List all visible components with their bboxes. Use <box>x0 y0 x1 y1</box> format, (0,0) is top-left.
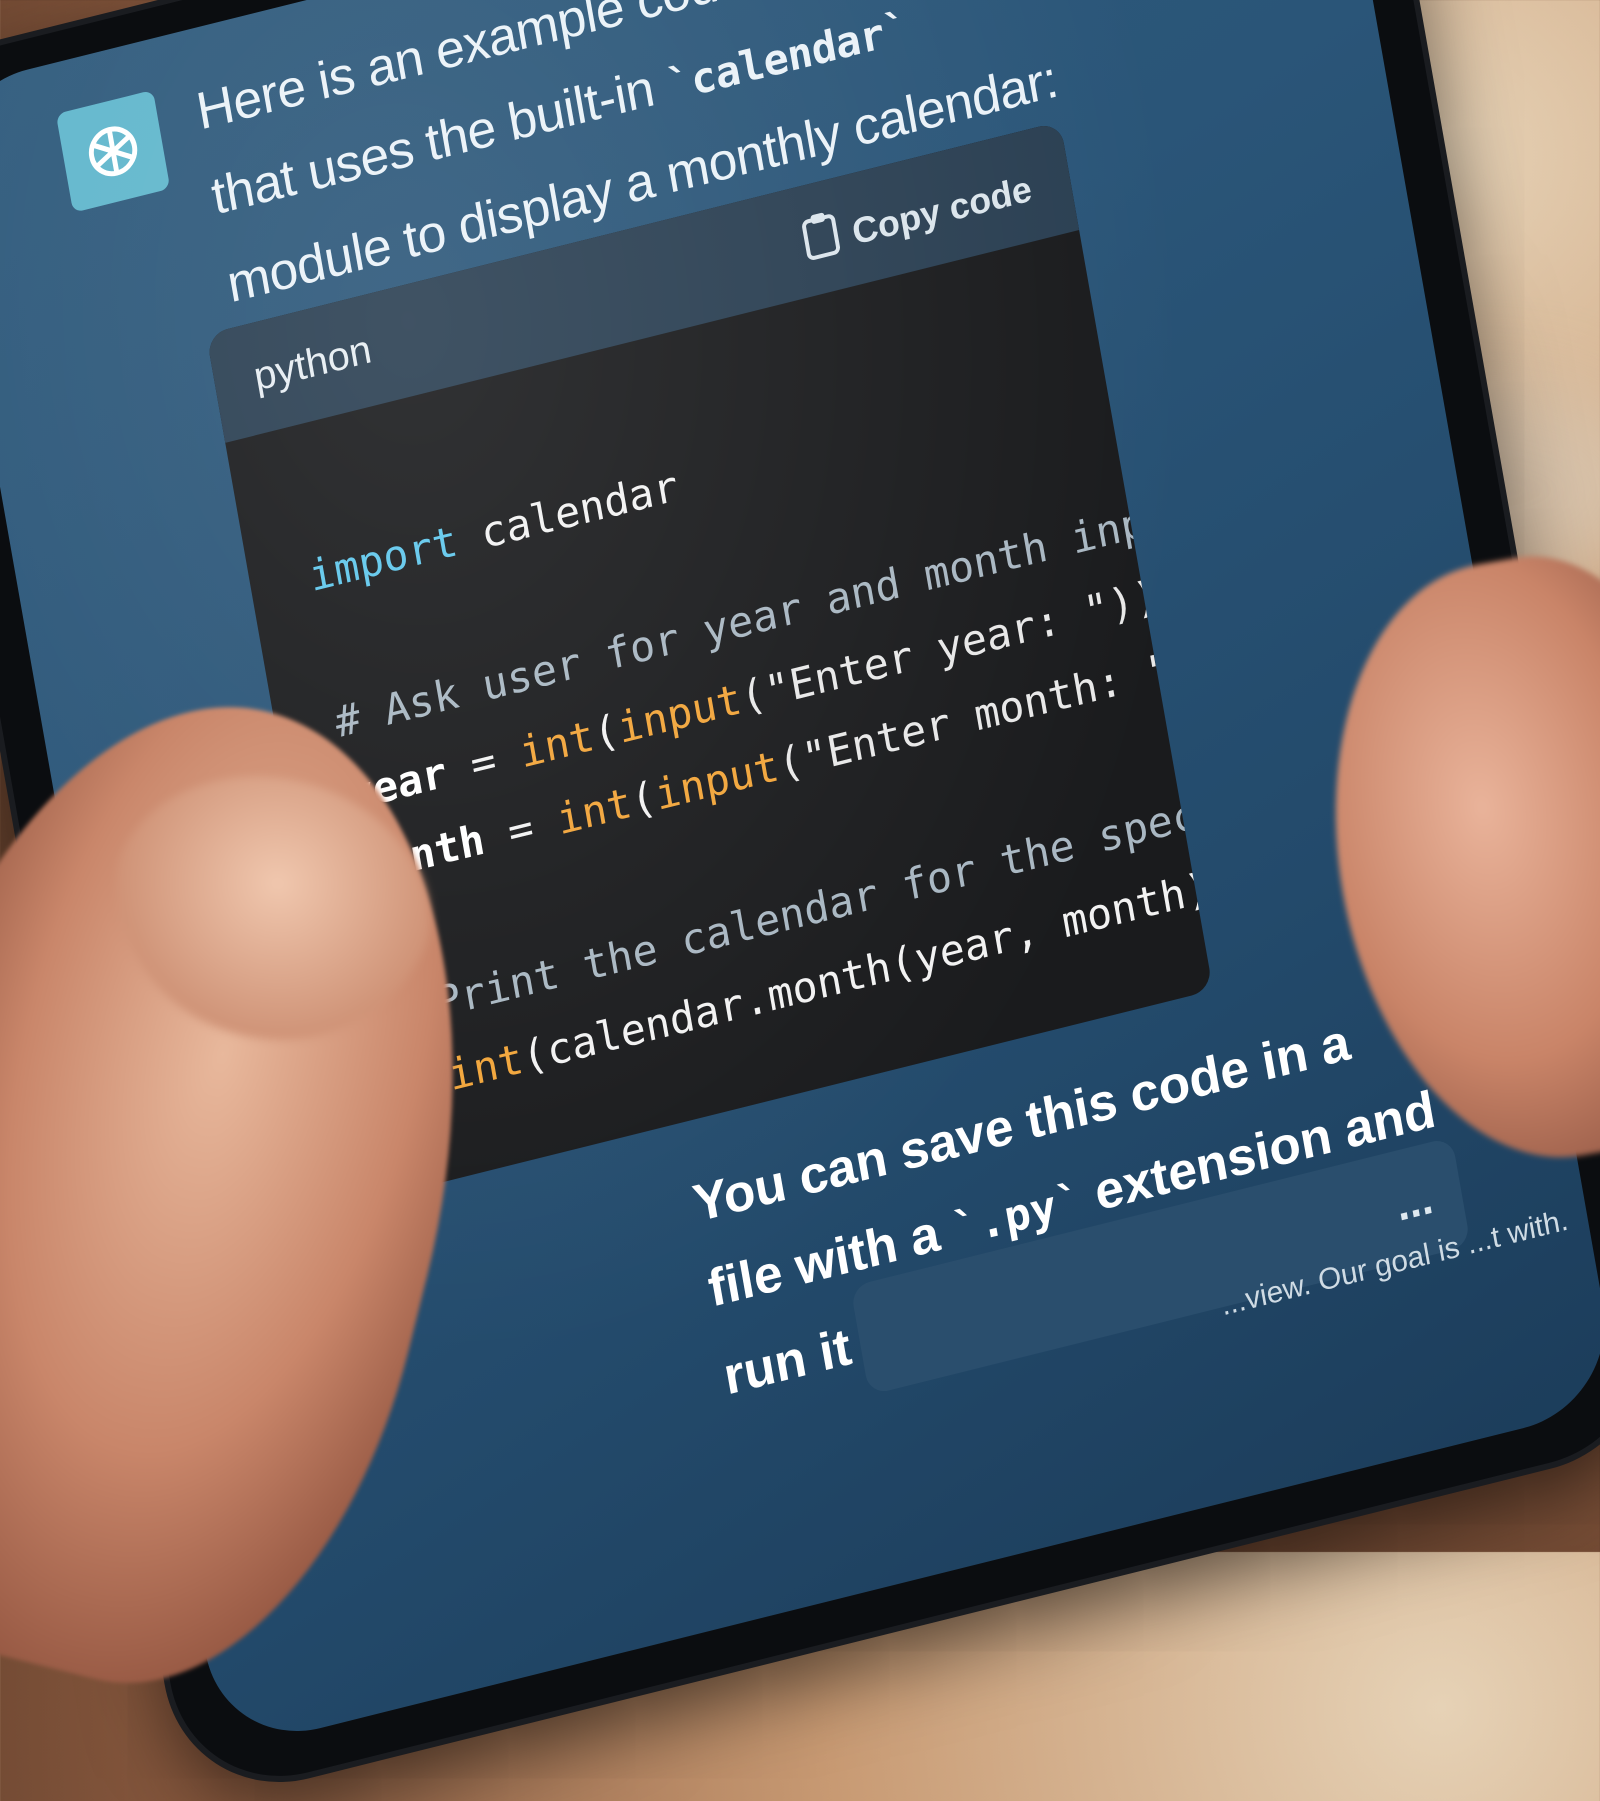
clipboard-icon <box>799 209 844 272</box>
code-language: python <box>250 327 375 400</box>
assistant-message: Here is an example code in Python that u… <box>54 0 1062 314</box>
openai-logo-icon <box>55 89 171 213</box>
more-label: ... <box>1392 1173 1437 1231</box>
copy-code-label: Copy code <box>848 167 1035 253</box>
